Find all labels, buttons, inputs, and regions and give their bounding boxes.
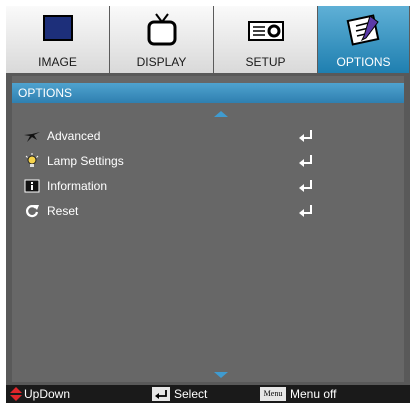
tab-label: SETUP [245,55,286,69]
tab-options[interactable]: OPTIONS [318,6,410,73]
menu-key-icon: Menu [260,387,286,401]
reset-icon [25,205,39,218]
tab-display[interactable]: DISPLAY [110,6,214,73]
footer-menu-off-label: Menu off [290,387,337,401]
enter-icon [299,130,312,142]
tab-setup[interactable]: SETUP [214,6,318,73]
menu-item-lamp-settings[interactable]: Lamp Settings [24,151,324,171]
enter-icon [299,205,312,217]
menu-item-advanced[interactable]: Advanced [24,126,324,146]
footer-select-label: Select [174,387,208,401]
enter-icon [299,155,312,167]
panel-title: OPTIONS [12,83,404,103]
notepad-pencil-icon [346,14,379,46]
updown-arrows-icon [10,387,22,401]
scroll-up-arrow-icon[interactable] [214,111,228,117]
menu-item-label: Reset [47,204,79,218]
tab-bar: IMAGE DISPLAY SETUP OPTIONS [6,6,410,73]
tab-label: DISPLAY [136,55,187,69]
scroll-down-arrow-icon[interactable] [214,372,228,378]
info-icon [24,179,40,193]
star-icon [24,132,40,142]
enter-icon [299,180,312,192]
projector-icon [247,21,284,41]
menu-item-label: Lamp Settings [47,154,124,168]
enter-key-icon [152,387,170,401]
osd-menu: IMAGE DISPLAY SETUP OPTIONS OPTIONS Adva… [6,6,410,403]
tab-label: IMAGE [38,55,77,69]
options-panel: OPTIONS Advanced Lamp Settings Informati… [12,76,404,382]
tab-image[interactable]: IMAGE [6,6,110,73]
menu-item-information[interactable]: Information [24,176,324,196]
menu-item-label: Information [47,179,108,193]
menu-item-label: Advanced [47,129,101,143]
tab-label: OPTIONS [336,55,391,69]
lightbulb-icon [25,153,39,167]
menu-item-reset[interactable]: Reset [24,201,324,221]
footer-bar: UpDown Select Menu Menu off [6,385,410,403]
tv-icon [147,13,176,46]
monitor-icon [42,15,73,41]
footer-updown-label: UpDown [24,387,71,401]
